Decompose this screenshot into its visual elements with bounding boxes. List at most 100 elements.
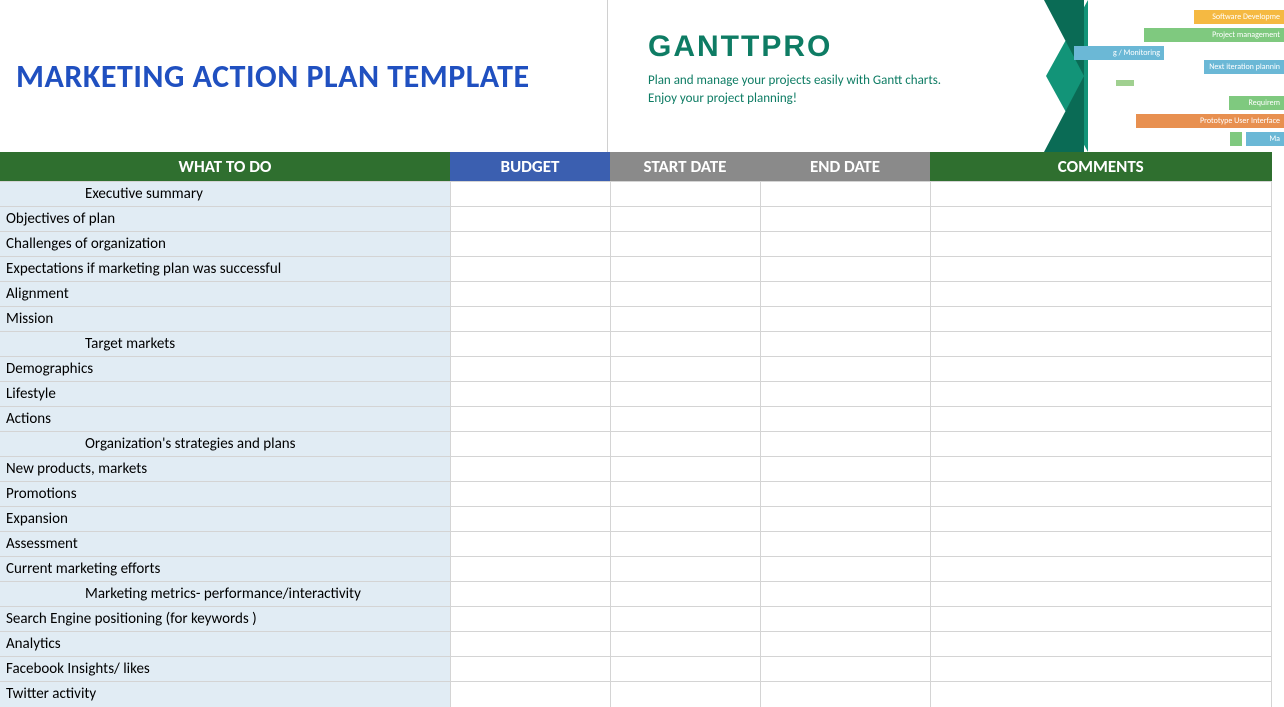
- cell-comments[interactable]: [930, 282, 1272, 307]
- cell-budget[interactable]: [450, 457, 610, 482]
- cell-end[interactable]: [760, 682, 930, 707]
- cell-start[interactable]: [610, 357, 760, 382]
- cell-budget[interactable]: [450, 232, 610, 257]
- cell-comments[interactable]: [930, 182, 1272, 207]
- cell-start[interactable]: [610, 232, 760, 257]
- cell-budget[interactable]: [450, 582, 610, 607]
- cell-end[interactable]: [760, 457, 930, 482]
- cell-end[interactable]: [760, 657, 930, 682]
- cell-what[interactable]: Facebook Insights/ likes: [0, 657, 450, 682]
- cell-start[interactable]: [610, 432, 760, 457]
- cell-start[interactable]: [610, 207, 760, 232]
- cell-what[interactable]: Organization's strategies and plans: [0, 432, 450, 457]
- cell-end[interactable]: [760, 507, 930, 532]
- cell-comments[interactable]: [930, 432, 1272, 457]
- cell-end[interactable]: [760, 257, 930, 282]
- cell-start[interactable]: [610, 407, 760, 432]
- cell-start[interactable]: [610, 507, 760, 532]
- cell-comments[interactable]: [930, 532, 1272, 557]
- cell-comments[interactable]: [930, 457, 1272, 482]
- cell-end[interactable]: [760, 557, 930, 582]
- cell-end[interactable]: [760, 532, 930, 557]
- cell-end[interactable]: [760, 407, 930, 432]
- cell-what[interactable]: Promotions: [0, 482, 450, 507]
- cell-budget[interactable]: [450, 332, 610, 357]
- cell-start[interactable]: [610, 182, 760, 207]
- cell-budget[interactable]: [450, 207, 610, 232]
- cell-end[interactable]: [760, 382, 930, 407]
- cell-budget[interactable]: [450, 282, 610, 307]
- cell-budget[interactable]: [450, 557, 610, 582]
- cell-start[interactable]: [610, 682, 760, 707]
- cell-comments[interactable]: [930, 557, 1272, 582]
- cell-what[interactable]: Marketing metrics- performance/interacti…: [0, 582, 450, 607]
- cell-what[interactable]: Mission: [0, 307, 450, 332]
- cell-what[interactable]: Lifestyle: [0, 382, 450, 407]
- cell-budget[interactable]: [450, 632, 610, 657]
- cell-what[interactable]: Objectives of plan: [0, 207, 450, 232]
- cell-start[interactable]: [610, 307, 760, 332]
- cell-budget[interactable]: [450, 507, 610, 532]
- cell-budget[interactable]: [450, 407, 610, 432]
- cell-start[interactable]: [610, 482, 760, 507]
- cell-what[interactable]: Actions: [0, 407, 450, 432]
- cell-what[interactable]: Twitter activity: [0, 682, 450, 707]
- cell-budget[interactable]: [450, 607, 610, 632]
- cell-what[interactable]: Expectations if marketing plan was succe…: [0, 257, 450, 282]
- cell-end[interactable]: [760, 182, 930, 207]
- cell-comments[interactable]: [930, 357, 1272, 382]
- cell-end[interactable]: [760, 307, 930, 332]
- cell-what[interactable]: Search Engine positioning (for keywords …: [0, 607, 450, 632]
- cell-comments[interactable]: [930, 232, 1272, 257]
- cell-start[interactable]: [610, 382, 760, 407]
- cell-start[interactable]: [610, 582, 760, 607]
- cell-start[interactable]: [610, 532, 760, 557]
- cell-comments[interactable]: [930, 207, 1272, 232]
- cell-start[interactable]: [610, 632, 760, 657]
- cell-budget[interactable]: [450, 257, 610, 282]
- cell-what[interactable]: New products, markets: [0, 457, 450, 482]
- cell-start[interactable]: [610, 557, 760, 582]
- cell-budget[interactable]: [450, 382, 610, 407]
- cell-what[interactable]: Alignment: [0, 282, 450, 307]
- cell-comments[interactable]: [930, 582, 1272, 607]
- cell-end[interactable]: [760, 607, 930, 632]
- cell-comments[interactable]: [930, 257, 1272, 282]
- cell-budget[interactable]: [450, 657, 610, 682]
- cell-what[interactable]: Expansion: [0, 507, 450, 532]
- cell-start[interactable]: [610, 457, 760, 482]
- cell-what[interactable]: Challenges of organization: [0, 232, 450, 257]
- cell-what[interactable]: Demographics: [0, 357, 450, 382]
- cell-what[interactable]: Executive summary: [0, 182, 450, 207]
- cell-end[interactable]: [760, 282, 930, 307]
- cell-budget[interactable]: [450, 532, 610, 557]
- cell-comments[interactable]: [930, 382, 1272, 407]
- cell-start[interactable]: [610, 282, 760, 307]
- cell-end[interactable]: [760, 482, 930, 507]
- cell-budget[interactable]: [450, 182, 610, 207]
- cell-what[interactable]: Target markets: [0, 332, 450, 357]
- cell-budget[interactable]: [450, 357, 610, 382]
- cell-comments[interactable]: [930, 682, 1272, 707]
- cell-end[interactable]: [760, 207, 930, 232]
- cell-start[interactable]: [610, 657, 760, 682]
- cell-budget[interactable]: [450, 682, 610, 707]
- cell-start[interactable]: [610, 257, 760, 282]
- cell-comments[interactable]: [930, 332, 1272, 357]
- cell-what[interactable]: Analytics: [0, 632, 450, 657]
- cell-what[interactable]: Current marketing efforts: [0, 557, 450, 582]
- cell-budget[interactable]: [450, 307, 610, 332]
- cell-start[interactable]: [610, 607, 760, 632]
- cell-comments[interactable]: [930, 632, 1272, 657]
- cell-comments[interactable]: [930, 407, 1272, 432]
- cell-end[interactable]: [760, 582, 930, 607]
- cell-budget[interactable]: [450, 482, 610, 507]
- cell-comments[interactable]: [930, 482, 1272, 507]
- cell-comments[interactable]: [930, 657, 1272, 682]
- cell-end[interactable]: [760, 632, 930, 657]
- cell-comments[interactable]: [930, 507, 1272, 532]
- cell-comments[interactable]: [930, 607, 1272, 632]
- cell-end[interactable]: [760, 232, 930, 257]
- cell-end[interactable]: [760, 332, 930, 357]
- cell-what[interactable]: Assessment: [0, 532, 450, 557]
